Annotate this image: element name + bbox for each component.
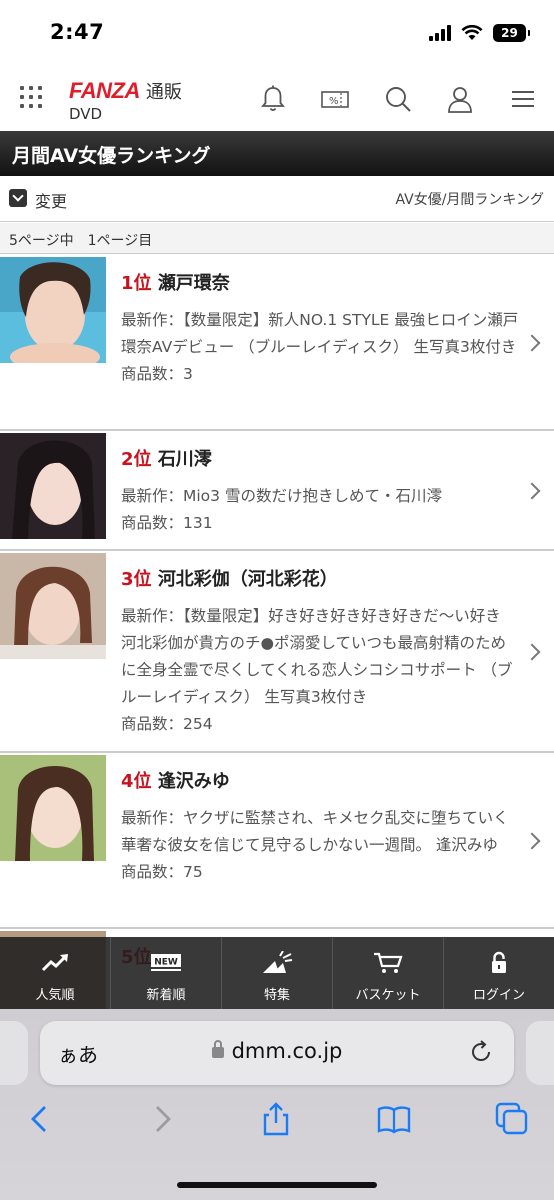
- svg-text:%: %: [329, 96, 339, 107]
- trending-icon: [41, 954, 68, 972]
- page-info: 5ページ中 1ページ目: [9, 233, 153, 249]
- hamburger-menu-icon[interactable]: [508, 84, 538, 114]
- breadcrumb[interactable]: AV女優/月間ランキング: [395, 189, 544, 209]
- chevron-right-icon: [523, 334, 541, 352]
- prev-tab-preview[interactable]: [0, 1021, 28, 1085]
- ranking-content: 4位 逢沢みゆ 最新作：ヤクザに監禁され、キメセク乱交に堕ちていく華奢な彼女を信…: [121, 769, 521, 886]
- ranking-item[interactable]: 4位 逢沢みゆ 最新作：ヤクザに監禁され、キメセク乱交に堕ちていく華奢な彼女を信…: [0, 753, 554, 929]
- ranking-item[interactable]: 1位 瀬戸環奈 最新作：【数量限定】新人NO.1 STYLE 最強ヒロイン瀬戸環…: [0, 255, 554, 431]
- back-icon[interactable]: [23, 1101, 59, 1137]
- share-icon[interactable]: [258, 1101, 294, 1137]
- lock-icon: [492, 951, 506, 973]
- status-time: 2:47: [50, 20, 105, 44]
- logo-fanza: FANZA: [69, 78, 140, 103]
- nav-label: 新着順: [146, 988, 186, 1003]
- page-title-bar: 月間AV女優ランキング: [0, 131, 554, 176]
- nav-label: ログイン: [472, 988, 525, 1003]
- feature-icon: [263, 951, 293, 973]
- nav-popular[interactable]: 人気順: [0, 937, 111, 1009]
- bottom-nav: 人気順 NEW 新着順 特集 バスケット ログイン: [0, 937, 554, 1009]
- nav-new[interactable]: NEW 新着順: [111, 937, 222, 1009]
- ranking-title: 2位 石川澪: [121, 447, 521, 473]
- ranking-content: 2位 石川澪 最新作：Mio3 雪の数だけ抱きしめて・石川澪 商品数：131: [121, 447, 521, 537]
- actress-photo: [0, 257, 106, 363]
- url-display[interactable]: dmm.co.jp: [40, 1039, 514, 1063]
- site-header: FANZA 通販 DVD %: [0, 66, 554, 130]
- product-count: 商品数：131: [121, 514, 213, 532]
- actress-photo: [0, 553, 106, 659]
- rank-number: 3位: [121, 569, 152, 590]
- cart-icon: [374, 952, 403, 973]
- site-logo[interactable]: FANZA 通販 DVD: [69, 78, 182, 123]
- latest-work: 最新作：【数量限定】新人NO.1 STYLE 最強ヒロイン瀬戸環奈AVデビュー …: [121, 311, 519, 356]
- lock-icon: [211, 1040, 224, 1058]
- signal-icon: [429, 25, 451, 41]
- ranking-content: 3位 河北彩伽（河北彩花） 最新作：【数量限定】好き好き好き好き好きだ〜い好き …: [121, 567, 521, 738]
- coupon-icon[interactable]: %: [320, 84, 350, 114]
- new-icon: NEW: [151, 954, 181, 971]
- home-indicator: [177, 1182, 377, 1188]
- status-bar: 2:47 29: [0, 0, 554, 66]
- rank-number: 2位: [121, 449, 152, 470]
- ranking-item[interactable]: 2位 石川澪 最新作：Mio3 雪の数だけ抱きしめて・石川澪 商品数：131: [0, 431, 554, 551]
- rank-number: 1位: [121, 273, 152, 294]
- change-button[interactable]: 変更: [35, 188, 67, 212]
- logo-service: 通販: [145, 82, 182, 103]
- actress-name: 河北彩伽（河北彩花）: [157, 569, 338, 590]
- latest-work: 最新作：Mio3 雪の数だけ抱きしめて・石川澪: [121, 487, 442, 505]
- svg-text:NEW: NEW: [154, 958, 178, 968]
- bookmarks-icon[interactable]: [376, 1101, 412, 1137]
- bell-icon[interactable]: [258, 84, 288, 114]
- ranking-content: 1位 瀬戸環奈 最新作：【数量限定】新人NO.1 STYLE 最強ヒロイン瀬戸環…: [121, 271, 521, 388]
- nav-label: 人気順: [35, 988, 75, 1003]
- chevron-right-icon: [523, 643, 541, 661]
- nav-label: 特集: [263, 988, 290, 1003]
- chevron-right-icon: [523, 482, 541, 500]
- battery-indicator: 29: [493, 24, 530, 42]
- menu-grid-icon[interactable]: [20, 86, 42, 108]
- sub-header: 変更 AV女優/月間ランキング: [0, 176, 554, 222]
- actress-name: 石川澪: [157, 449, 212, 470]
- latest-work: 最新作：ヤクザに監禁され、キメセク乱交に堕ちていく華奢な彼女を信じて見守るしかな…: [121, 809, 509, 854]
- ranking-item[interactable]: 3位 河北彩伽（河北彩花） 最新作：【数量限定】好き好き好き好き好きだ〜い好き …: [0, 551, 554, 753]
- forward-icon[interactable]: [143, 1101, 179, 1137]
- actress-name: 逢沢みゆ: [157, 771, 230, 792]
- ranking-title: 3位 河北彩伽（河北彩花）: [121, 567, 521, 593]
- nav-login[interactable]: ログイン: [444, 937, 554, 1009]
- reload-icon[interactable]: [468, 1039, 494, 1065]
- search-icon[interactable]: [383, 84, 413, 114]
- browser-toolbar: ぁあ dmm.co.jp: [0, 1009, 554, 1200]
- rank-number: 4位: [121, 771, 152, 792]
- product-count: 商品数：3: [121, 365, 193, 383]
- nav-label: バスケット: [355, 988, 421, 1003]
- nav-basket[interactable]: バスケット: [333, 937, 444, 1009]
- address-bar[interactable]: ぁあ dmm.co.jp: [40, 1021, 514, 1085]
- chevron-right-icon: [523, 832, 541, 850]
- page-title: 月間AV女優ランキング: [12, 145, 211, 167]
- latest-work: 最新作：【数量限定】好き好き好き好き好きだ〜い好き 河北彩伽が貴方のチ●ポ溺愛し…: [121, 607, 513, 706]
- product-count: 商品数：254: [121, 715, 213, 733]
- logo-category: DVD: [69, 105, 103, 123]
- dropdown-icon[interactable]: [9, 189, 27, 207]
- status-icons: 29: [429, 24, 530, 42]
- wifi-icon: [461, 25, 483, 40]
- actress-photo: [0, 433, 106, 539]
- actress-name: 瀬戸環奈: [157, 273, 230, 294]
- domain-text: dmm.co.jp: [231, 1039, 343, 1063]
- ranking-title: 1位 瀬戸環奈: [121, 271, 521, 297]
- next-tab-preview[interactable]: [526, 1021, 554, 1085]
- ranking-title: 4位 逢沢みゆ: [121, 769, 521, 795]
- account-icon[interactable]: [445, 84, 475, 114]
- actress-photo: [0, 755, 106, 861]
- nav-feature[interactable]: 特集: [222, 937, 333, 1009]
- page-info-bar: 5ページ中 1ページ目: [0, 223, 554, 254]
- product-count: 商品数：75: [121, 863, 203, 881]
- tabs-icon[interactable]: [494, 1101, 530, 1137]
